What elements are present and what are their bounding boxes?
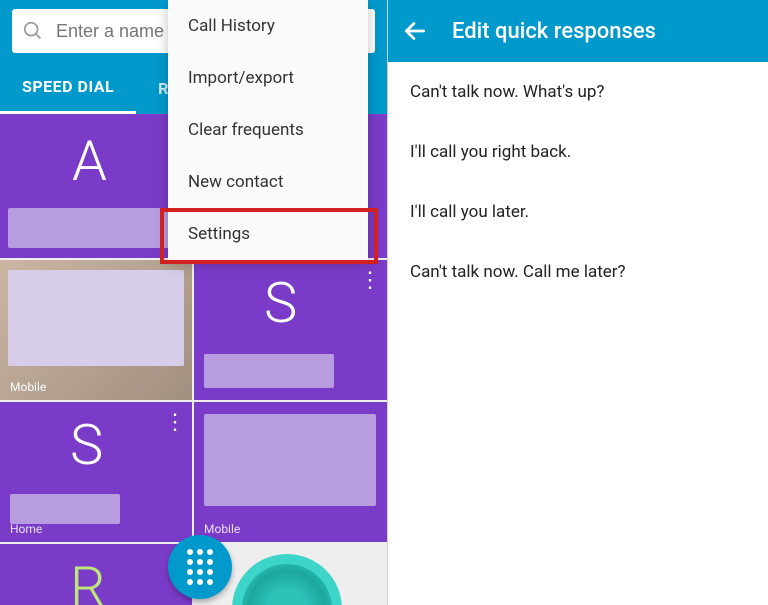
quick-response-item[interactable]: Can't talk now. Call me later? bbox=[388, 242, 768, 302]
contact-label: Home bbox=[10, 522, 42, 536]
contact-initial: R bbox=[70, 554, 106, 605]
contact-tile-round[interactable] bbox=[232, 554, 342, 605]
menu-call-history[interactable]: Call History bbox=[168, 0, 368, 52]
contact-initial: S bbox=[70, 412, 103, 478]
search-icon bbox=[22, 20, 44, 42]
redacted-photo bbox=[8, 270, 184, 366]
overflow-icon[interactable]: ⋮ bbox=[164, 410, 184, 435]
contact-tile[interactable]: R bbox=[0, 544, 192, 605]
menu-new-contact[interactable]: New contact bbox=[168, 156, 368, 208]
tab-speed-dial[interactable]: SPEED DIAL bbox=[0, 62, 136, 114]
quick-response-item[interactable]: I'll call you later. bbox=[388, 182, 768, 242]
redacted-name bbox=[10, 494, 120, 524]
overflow-icon[interactable]: ⋮ bbox=[359, 268, 379, 293]
page-title: Edit quick responses bbox=[452, 19, 656, 44]
menu-import-export[interactable]: Import/export bbox=[168, 52, 368, 104]
contact-tile[interactable]: S ⋮ bbox=[194, 260, 387, 400]
quick-response-item[interactable]: I'll call you right back. bbox=[388, 122, 768, 182]
quick-response-item[interactable]: Can't talk now. What's up? bbox=[388, 62, 768, 122]
contact-initial: S bbox=[264, 270, 297, 336]
contact-tile[interactable]: S ⋮ Home bbox=[0, 402, 192, 542]
contact-label: Mobile bbox=[10, 380, 46, 394]
contact-tile[interactable]: Mobile bbox=[194, 402, 387, 542]
contact-tile[interactable]: Mobile bbox=[0, 260, 192, 400]
dialpad-icon bbox=[187, 549, 213, 585]
redacted-name bbox=[204, 354, 334, 388]
overflow-menu: Call History Import/export Clear frequen… bbox=[168, 0, 368, 260]
response-list: Can't talk now. What's up? I'll call you… bbox=[388, 62, 768, 302]
dialer-screen: SPEED DIAL R A Mobile S ⋮ S ⋮ Home bbox=[0, 0, 387, 605]
dialpad-fab[interactable] bbox=[168, 535, 232, 599]
redacted-photo bbox=[204, 414, 376, 506]
contact-initial: A bbox=[72, 128, 107, 194]
quick-responses-screen: Edit quick responses Can't talk now. Wha… bbox=[387, 0, 768, 605]
menu-clear-frequents[interactable]: Clear frequents bbox=[168, 104, 368, 156]
contact-label: Mobile bbox=[204, 522, 240, 536]
menu-settings[interactable]: Settings bbox=[168, 208, 368, 260]
back-icon[interactable] bbox=[402, 18, 428, 44]
app-bar: Edit quick responses bbox=[388, 0, 768, 62]
